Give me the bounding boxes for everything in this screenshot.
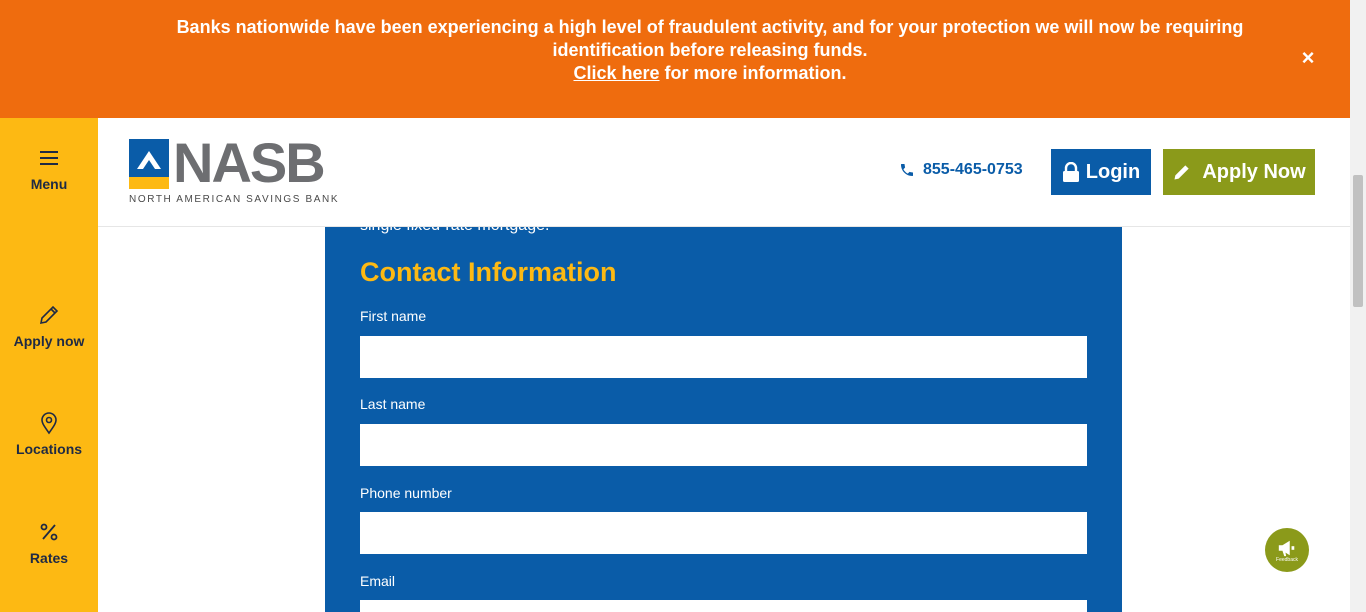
phone-number-input[interactable] [360, 512, 1087, 554]
feedback-button[interactable]: Feedback [1265, 528, 1309, 572]
pencil-icon [1174, 165, 1189, 180]
map-pin-icon [41, 412, 57, 435]
lock-icon [1062, 162, 1079, 182]
phone-number: 855-465-0753 [923, 161, 1023, 178]
logo-wordmark: NASB [173, 131, 326, 194]
section-title: Contact Information [360, 257, 617, 287]
phone-icon [901, 164, 913, 176]
site-header: NASB NORTH AMERICAN SAVINGS BANK 855-465… [98, 118, 1350, 227]
close-icon[interactable]: × [1297, 47, 1319, 69]
percent-icon [40, 523, 58, 541]
sidebar-item-menu[interactable]: Menu [0, 146, 98, 192]
contact-form-panel: single fixed-rate mortgage. Contact Info… [325, 227, 1122, 612]
sidebar-item-locations[interactable]: Locations [0, 411, 98, 457]
alert-click-here-link[interactable]: Click here [573, 63, 659, 83]
email-input[interactable] [360, 600, 1087, 612]
logo-mark-icon [129, 139, 169, 189]
page: Banks nationwide have been experiencing … [0, 0, 1366, 612]
alert-line-1: Banks nationwide have been experiencing … [176, 17, 1244, 37]
megaphone-icon [1278, 540, 1295, 556]
first-name-label: First name [360, 308, 427, 324]
fraud-alert-banner: Banks nationwide have been experiencing … [0, 0, 1350, 118]
login-label: Login [1085, 160, 1141, 183]
apply-now-button[interactable]: Apply Now [1163, 149, 1315, 195]
intro-text: single fixed-rate mortgage. [360, 227, 549, 235]
alert-message: Banks nationwide have been experiencing … [150, 16, 1270, 85]
login-button[interactable]: Login [1051, 149, 1151, 195]
last-name-input[interactable] [360, 424, 1087, 466]
left-sidebar: Menu Apply now Locations Rates [0, 118, 98, 612]
pencil-icon [39, 305, 59, 325]
sidebar-item-rates[interactable]: Rates [0, 520, 98, 566]
alert-link-suffix: for more information. [659, 63, 847, 83]
last-name-label: Last name [360, 396, 426, 412]
phone-number-label: Phone number [360, 485, 452, 501]
nasb-logo[interactable]: NASB NORTH AMERICAN SAVINGS BANK [129, 133, 345, 207]
sidebar-item-label: Rates [29, 550, 69, 566]
sidebar-item-label: Locations [15, 441, 83, 457]
scrollbar-thumb[interactable] [1353, 175, 1363, 307]
first-name-input[interactable] [360, 336, 1087, 378]
page-scrollbar[interactable] [1350, 0, 1366, 612]
sidebar-item-apply-now[interactable]: Apply now [0, 303, 98, 349]
phone-link[interactable]: 855-465-0753 [899, 161, 1023, 179]
email-label: Email [360, 573, 396, 589]
sidebar-item-label: Apply now [13, 333, 85, 349]
apply-now-label: Apply Now [1202, 160, 1306, 183]
logo-tagline: NORTH AMERICAN SAVINGS BANK [129, 194, 340, 205]
feedback-label: Feedback [1276, 556, 1298, 563]
alert-line-2: identification before releasing funds. [552, 40, 868, 60]
sidebar-item-label: Menu [30, 176, 68, 192]
hamburger-icon [40, 151, 58, 165]
